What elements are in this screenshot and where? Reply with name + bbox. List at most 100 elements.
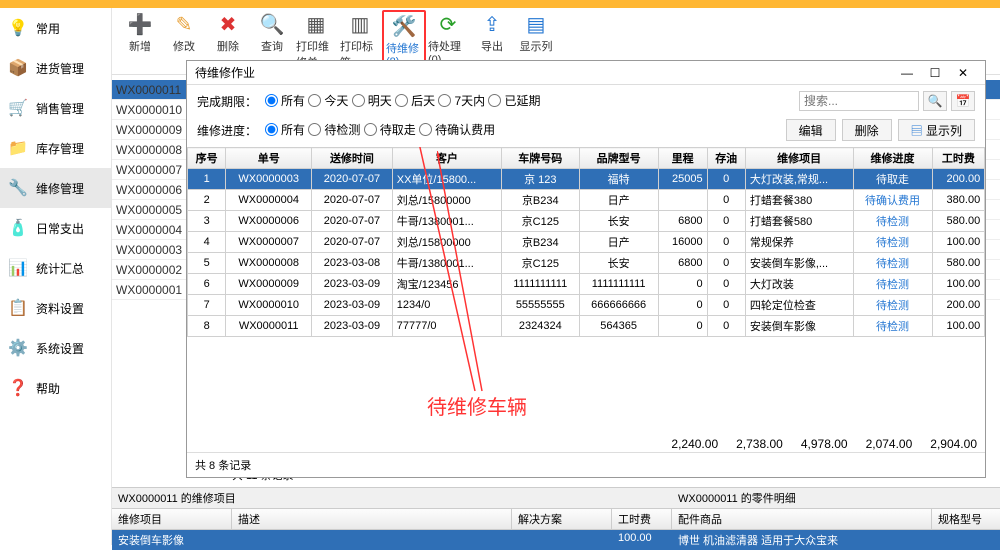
radio-option[interactable]: 所有 (265, 121, 305, 138)
sidebar-icon: ❓ (8, 378, 28, 398)
table-row[interactable]: 1WX00000032020-07-07XX单位/15800...京 123福特… (188, 169, 986, 190)
sidebar-item-3[interactable]: 📁库存管理 (0, 128, 111, 168)
column-header[interactable]: 里程 (658, 148, 707, 169)
table-row[interactable]: 6WX00000092023-03-09淘宝/12345611111111111… (188, 274, 986, 295)
toolbar-label: 修改 (173, 38, 195, 54)
toolbar-icon: 🔍 (260, 12, 284, 36)
toolbar-icon: ▥ (348, 12, 372, 36)
toolbar-button-0[interactable]: ➕ 新增 (118, 10, 162, 56)
radio-option[interactable]: 待确认费用 (419, 121, 495, 138)
toolbar-button-8[interactable]: ⇪导出 (470, 10, 514, 56)
delete-button[interactable]: 删除 (842, 119, 892, 141)
sidebar-item-5[interactable]: 🧴日常支出 (0, 208, 111, 248)
radio-option[interactable]: 所有 (265, 92, 305, 109)
toolbar-button-9[interactable]: ▤ 显示列 (514, 10, 558, 56)
sidebar-item-8[interactable]: ⚙️ 系统设置 (0, 328, 111, 368)
sidebar-item-6[interactable]: 📊统计汇总 (0, 248, 111, 288)
edit-button[interactable]: 编辑 (786, 119, 836, 141)
toolbar-button-1[interactable]: ✎ 修改 (162, 10, 206, 56)
sidebar-label: 日常支出 (36, 220, 84, 237)
toolbar-label: 删除 (217, 38, 239, 54)
panel-title: WX0000011 的维修项目 (112, 488, 672, 509)
toolbar-button-2[interactable]: ✖ 删除 (206, 10, 250, 56)
column-header[interactable]: 存油 (707, 148, 745, 169)
toolbar-icon: ⇪ (480, 12, 504, 36)
filter-label: 维修进度： (197, 122, 257, 139)
table-row[interactable]: 4WX00000072020-07-07刘总/15800000京B234日产16… (188, 232, 986, 253)
column-header[interactable]: 品牌型号 (579, 148, 658, 169)
sidebar: 💡常用 📦 进货管理 🛒销售管理📁库存管理 🔧 维修管理 🧴日常支出📊统计汇总 📋 资料设置 ⚙️… (0, 8, 112, 545)
filter-row-1: 完成期限： 所有 今天 明天 后天 7天内 已延期 🔍 📅 (197, 91, 975, 111)
radio-option[interactable]: 已延期 (488, 92, 540, 109)
column-header[interactable]: 维修项目 (745, 148, 853, 169)
sidebar-label: 常用 (36, 20, 60, 37)
radio-option[interactable]: 待取走 (364, 121, 416, 138)
total-value: 2,738.00 (736, 437, 783, 451)
table-row[interactable]: 3WX00000062020-07-07牛哥/1380001...京C125长安… (188, 211, 986, 232)
close-button[interactable]: ✕ (949, 63, 977, 83)
toolbar-label: 显示列 (520, 38, 553, 54)
toolbar-icon: ▦ (304, 12, 328, 36)
column-header[interactable]: 工时费 (932, 148, 985, 169)
column-header[interactable]: 维修进度 (853, 148, 932, 169)
dialog-titlebar: 待维修作业 — ☐ ✕ (187, 61, 985, 85)
radio-option[interactable]: 明天 (352, 92, 392, 109)
sidebar-label: 统计汇总 (36, 260, 84, 277)
total-value: 2,904.00 (930, 437, 977, 451)
column-header[interactable]: 客户 (392, 148, 501, 169)
sidebar-label: 帮助 (36, 380, 60, 397)
sidebar-icon: 🔧 (8, 178, 28, 198)
table-row[interactable]: 2WX00000042020-07-07刘总/15800000京B234日产0打… (188, 190, 986, 211)
radio-option[interactable]: 今天 (308, 92, 348, 109)
toolbar-icon: ➕ (128, 12, 152, 36)
sidebar-label: 资料设置 (36, 300, 84, 317)
column-header[interactable]: 送修时间 (312, 148, 393, 169)
parts-detail-panel: WX0000011 的零件明细 配件商品规格型号 博世 机油滤清器 适用于大众宝… (672, 488, 1000, 545)
dialog-footer: 共 8 条记录 (187, 452, 985, 477)
pending-repair-dialog: 待维修作业 — ☐ ✕ 完成期限： 所有 今天 明天 后天 7天内 已延期 🔍 … (186, 60, 986, 478)
filter-row-2: 维修进度： 所有 待检测 待取走 待确认费用 编辑 删除 ▤ 显示列 (197, 119, 975, 141)
search-button[interactable]: 🔍 (923, 91, 947, 111)
calendar-button[interactable]: 📅 (951, 91, 975, 111)
toolbar-icon: ⟳ (436, 12, 460, 36)
sidebar-item-1[interactable]: 📦 进货管理 (0, 48, 111, 88)
table-row[interactable]: 7WX00000102023-03-091234/055555555666666… (188, 295, 986, 316)
sidebar-label: 进货管理 (36, 60, 84, 77)
column-header[interactable]: 单号 (226, 148, 312, 169)
toolbar-icon: ✎ (172, 12, 196, 36)
sidebar-item-7[interactable]: 📋 资料设置 (0, 288, 111, 328)
radio-option[interactable]: 后天 (395, 92, 435, 109)
table-row[interactable]: 5WX00000082023-03-08牛哥/1380001...京C125长安… (188, 253, 986, 274)
columns-button[interactable]: ▤ 显示列 (898, 119, 975, 141)
toolbar-icon: ✖ (216, 12, 240, 36)
grid-footer: 2,240.002,738.004,978.002,074.002,904.00 (187, 435, 985, 453)
grid-wrap[interactable]: 序号单号送修时间客户车牌号码品牌型号里程存油维修项目维修进度工时费零件费用合计金… (187, 147, 985, 452)
total-value: 4,978.00 (801, 437, 848, 451)
maximize-button[interactable]: ☐ (921, 63, 949, 83)
search-input[interactable] (799, 91, 919, 111)
sidebar-item-9[interactable]: ❓ 帮助 (0, 368, 111, 408)
sidebar-label: 维修管理 (36, 180, 84, 197)
column-header[interactable]: 序号 (188, 148, 226, 169)
sidebar-item-0[interactable]: 💡常用 (0, 8, 111, 48)
sidebar-item-4[interactable]: 🔧 维修管理 (0, 168, 111, 208)
repair-items-panel: WX0000011 的维修项目 维修项目描述解决方案工时费 安装倒车影像100.… (112, 488, 672, 545)
toolbar-icon: 🛠️ (392, 14, 416, 38)
sidebar-label: 系统设置 (36, 340, 84, 357)
minimize-button[interactable]: — (893, 63, 921, 83)
dialog-title: 待维修作业 (195, 64, 255, 81)
toolbar-label: 新增 (129, 38, 151, 54)
bottom-panels: WX0000011 的维修项目 维修项目描述解决方案工时费 安装倒车影像100.… (112, 487, 1000, 545)
sidebar-icon: 📋 (8, 298, 28, 318)
toolbar-icon: ▤ (524, 12, 548, 36)
annotation-text: 待维修车辆 (427, 391, 527, 420)
sidebar-icon: 📦 (8, 58, 28, 78)
sidebar-item-2[interactable]: 🛒销售管理 (0, 88, 111, 128)
column-header[interactable]: 车牌号码 (502, 148, 580, 169)
sidebar-icon: ⚙️ (8, 338, 28, 358)
sidebar-icon: 📁 (8, 138, 28, 158)
toolbar-button-3[interactable]: 🔍查询 (250, 10, 294, 56)
table-row[interactable]: 8WX00000112023-03-0977777/02324324564365… (188, 316, 986, 337)
radio-option[interactable]: 待检测 (308, 121, 360, 138)
radio-option[interactable]: 7天内 (438, 92, 485, 109)
